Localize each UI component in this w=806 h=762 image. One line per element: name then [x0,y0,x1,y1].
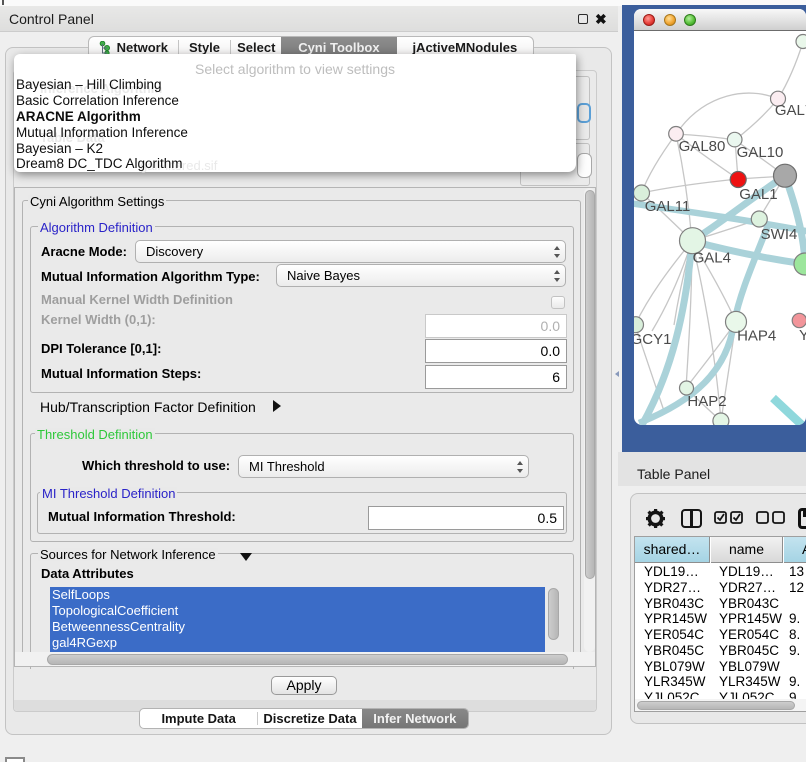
svg-text:GAL1: GAL1 [739,186,777,203]
svg-text:HAP4: HAP4 [737,327,776,344]
svg-text:Y: Y [799,327,806,344]
svg-text:GAL80: GAL80 [679,138,726,155]
svg-text:GAL7: GAL7 [775,102,806,119]
svg-text:GCY1: GCY1 [634,331,671,348]
svg-text:GAL11: GAL11 [645,198,691,215]
svg-text:HAP2: HAP2 [687,393,726,410]
svg-text:SWI4: SWI4 [761,226,798,243]
svg-text:GAL10: GAL10 [737,144,784,161]
svg-text:GAL4: GAL4 [693,250,731,267]
